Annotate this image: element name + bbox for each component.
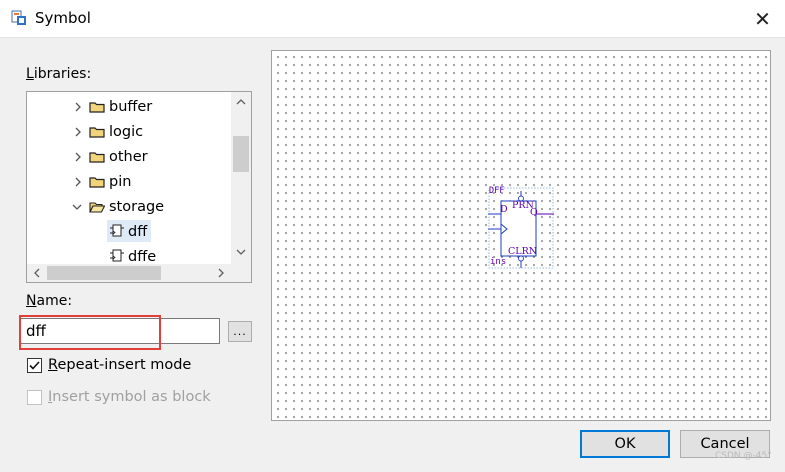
window-title: Symbol <box>35 9 91 27</box>
symbol-preview: DFF D PRN Q CLRN ins <box>271 50 771 421</box>
tree-item-pin[interactable]: pin <box>27 169 231 194</box>
insert-as-block-checkbox[interactable] <box>27 390 42 405</box>
browse-button[interactable]: ... <box>228 321 252 342</box>
vertical-scroll-thumb[interactable] <box>233 136 249 172</box>
pin-q-label: Q <box>530 207 538 218</box>
folder-icon <box>89 101 105 113</box>
close-button[interactable]: ✕ <box>740 0 785 38</box>
tree-item-logic[interactable]: logic <box>27 119 231 144</box>
name-input[interactable]: dff <box>20 318 220 344</box>
symbol-icon <box>110 224 124 237</box>
horizontal-scroll-thumb[interactable] <box>47 266 161 280</box>
tree-item-label: dffe <box>128 248 157 265</box>
folder-icon <box>89 151 105 163</box>
tree-item-storage[interactable]: storage <box>27 194 231 219</box>
folder-icon <box>89 126 105 138</box>
tree-item-label: dff <box>128 223 148 240</box>
tree-item-buffer[interactable]: buffer <box>27 94 231 119</box>
vertical-scrollbar[interactable] <box>231 92 251 264</box>
scroll-right-icon[interactable] <box>213 265 229 281</box>
libraries-tree[interactable]: buffer logic other pin storage dff dffe <box>26 91 252 283</box>
chevron-right-icon[interactable] <box>72 126 84 138</box>
tree-item-label: logic <box>109 123 144 140</box>
pin-clrn-label: CLRN <box>508 246 538 257</box>
scrollbar-corner <box>231 264 251 282</box>
tree-item-label: buffer <box>109 98 153 115</box>
folder-open-icon <box>89 201 105 213</box>
checkmark-icon <box>29 361 40 370</box>
folder-icon <box>89 176 105 188</box>
tree-item-label: storage <box>109 198 165 215</box>
chevron-right-icon[interactable] <box>72 151 84 163</box>
name-label: Name: <box>26 293 73 309</box>
libraries-label: Libraries: <box>26 66 92 82</box>
close-icon: ✕ <box>754 7 771 31</box>
symbol-type-label: DFF <box>489 186 505 196</box>
chevron-right-icon[interactable] <box>72 176 84 188</box>
horizontal-scrollbar[interactable] <box>27 264 231 282</box>
chevron-down-icon[interactable] <box>71 201 83 213</box>
scroll-up-icon[interactable] <box>233 94 249 110</box>
pin-d-label: D <box>500 204 508 215</box>
tree-item-dff[interactable]: dff <box>27 219 231 244</box>
chevron-right-icon[interactable] <box>72 101 84 113</box>
tree-item-dffe[interactable]: dffe <box>27 244 231 264</box>
tree-item-other[interactable]: other <box>27 144 231 169</box>
tree-rows: buffer logic other pin storage dff dffe <box>27 92 231 264</box>
instance-label: ins <box>490 257 507 267</box>
repeat-insert-label[interactable]: Repeat-insert mode <box>48 357 191 373</box>
ok-button[interactable]: OK <box>580 430 670 458</box>
scroll-down-icon[interactable] <box>233 244 249 260</box>
app-icon <box>11 10 26 25</box>
tree-item-label: other <box>109 148 148 165</box>
symbol-icon <box>110 249 124 262</box>
title-bar: Symbol ✕ <box>0 0 785 38</box>
tree-item-label: pin <box>109 173 132 190</box>
scroll-left-icon[interactable] <box>29 265 45 281</box>
insert-as-block-label: Insert symbol as block <box>48 389 211 405</box>
repeat-insert-checkbox[interactable] <box>27 358 42 373</box>
watermark: CSDN @-45° <box>715 451 772 461</box>
